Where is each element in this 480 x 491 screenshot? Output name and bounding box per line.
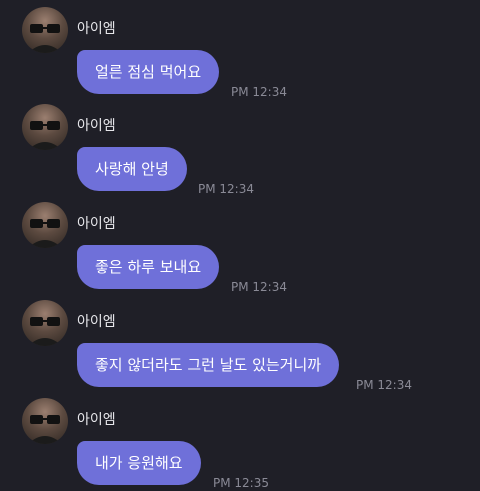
message-bubble[interactable]: 사랑해 안녕 — [77, 147, 187, 191]
avatar[interactable] — [22, 7, 68, 53]
message-bubble[interactable]: 좋지 않더라도 그런 날도 있는거니까 — [77, 343, 340, 387]
avatar[interactable] — [22, 300, 68, 346]
message-bubble[interactable]: 내가 응원해요 — [77, 441, 201, 485]
sender-name: 아이엠 — [77, 216, 116, 232]
message-bubble[interactable]: 얼른 점심 먹어요 — [77, 50, 220, 94]
avatar[interactable] — [22, 398, 68, 444]
message-time: PM 12:34 — [356, 378, 412, 392]
sender-name: 아이엠 — [77, 21, 116, 37]
sender-name: 아이엠 — [77, 412, 116, 428]
message-time: PM 12:34 — [231, 280, 287, 294]
message-time: PM 12:34 — [198, 182, 254, 196]
message-time: PM 12:34 — [231, 85, 287, 99]
sender-name: 아이엠 — [77, 118, 116, 134]
message-bubble[interactable]: 좋은 하루 보내요 — [77, 245, 220, 289]
avatar[interactable] — [22, 202, 68, 248]
avatar[interactable] — [22, 104, 68, 150]
message-time: PM 12:35 — [213, 476, 269, 490]
sender-name: 아이엠 — [77, 314, 116, 330]
